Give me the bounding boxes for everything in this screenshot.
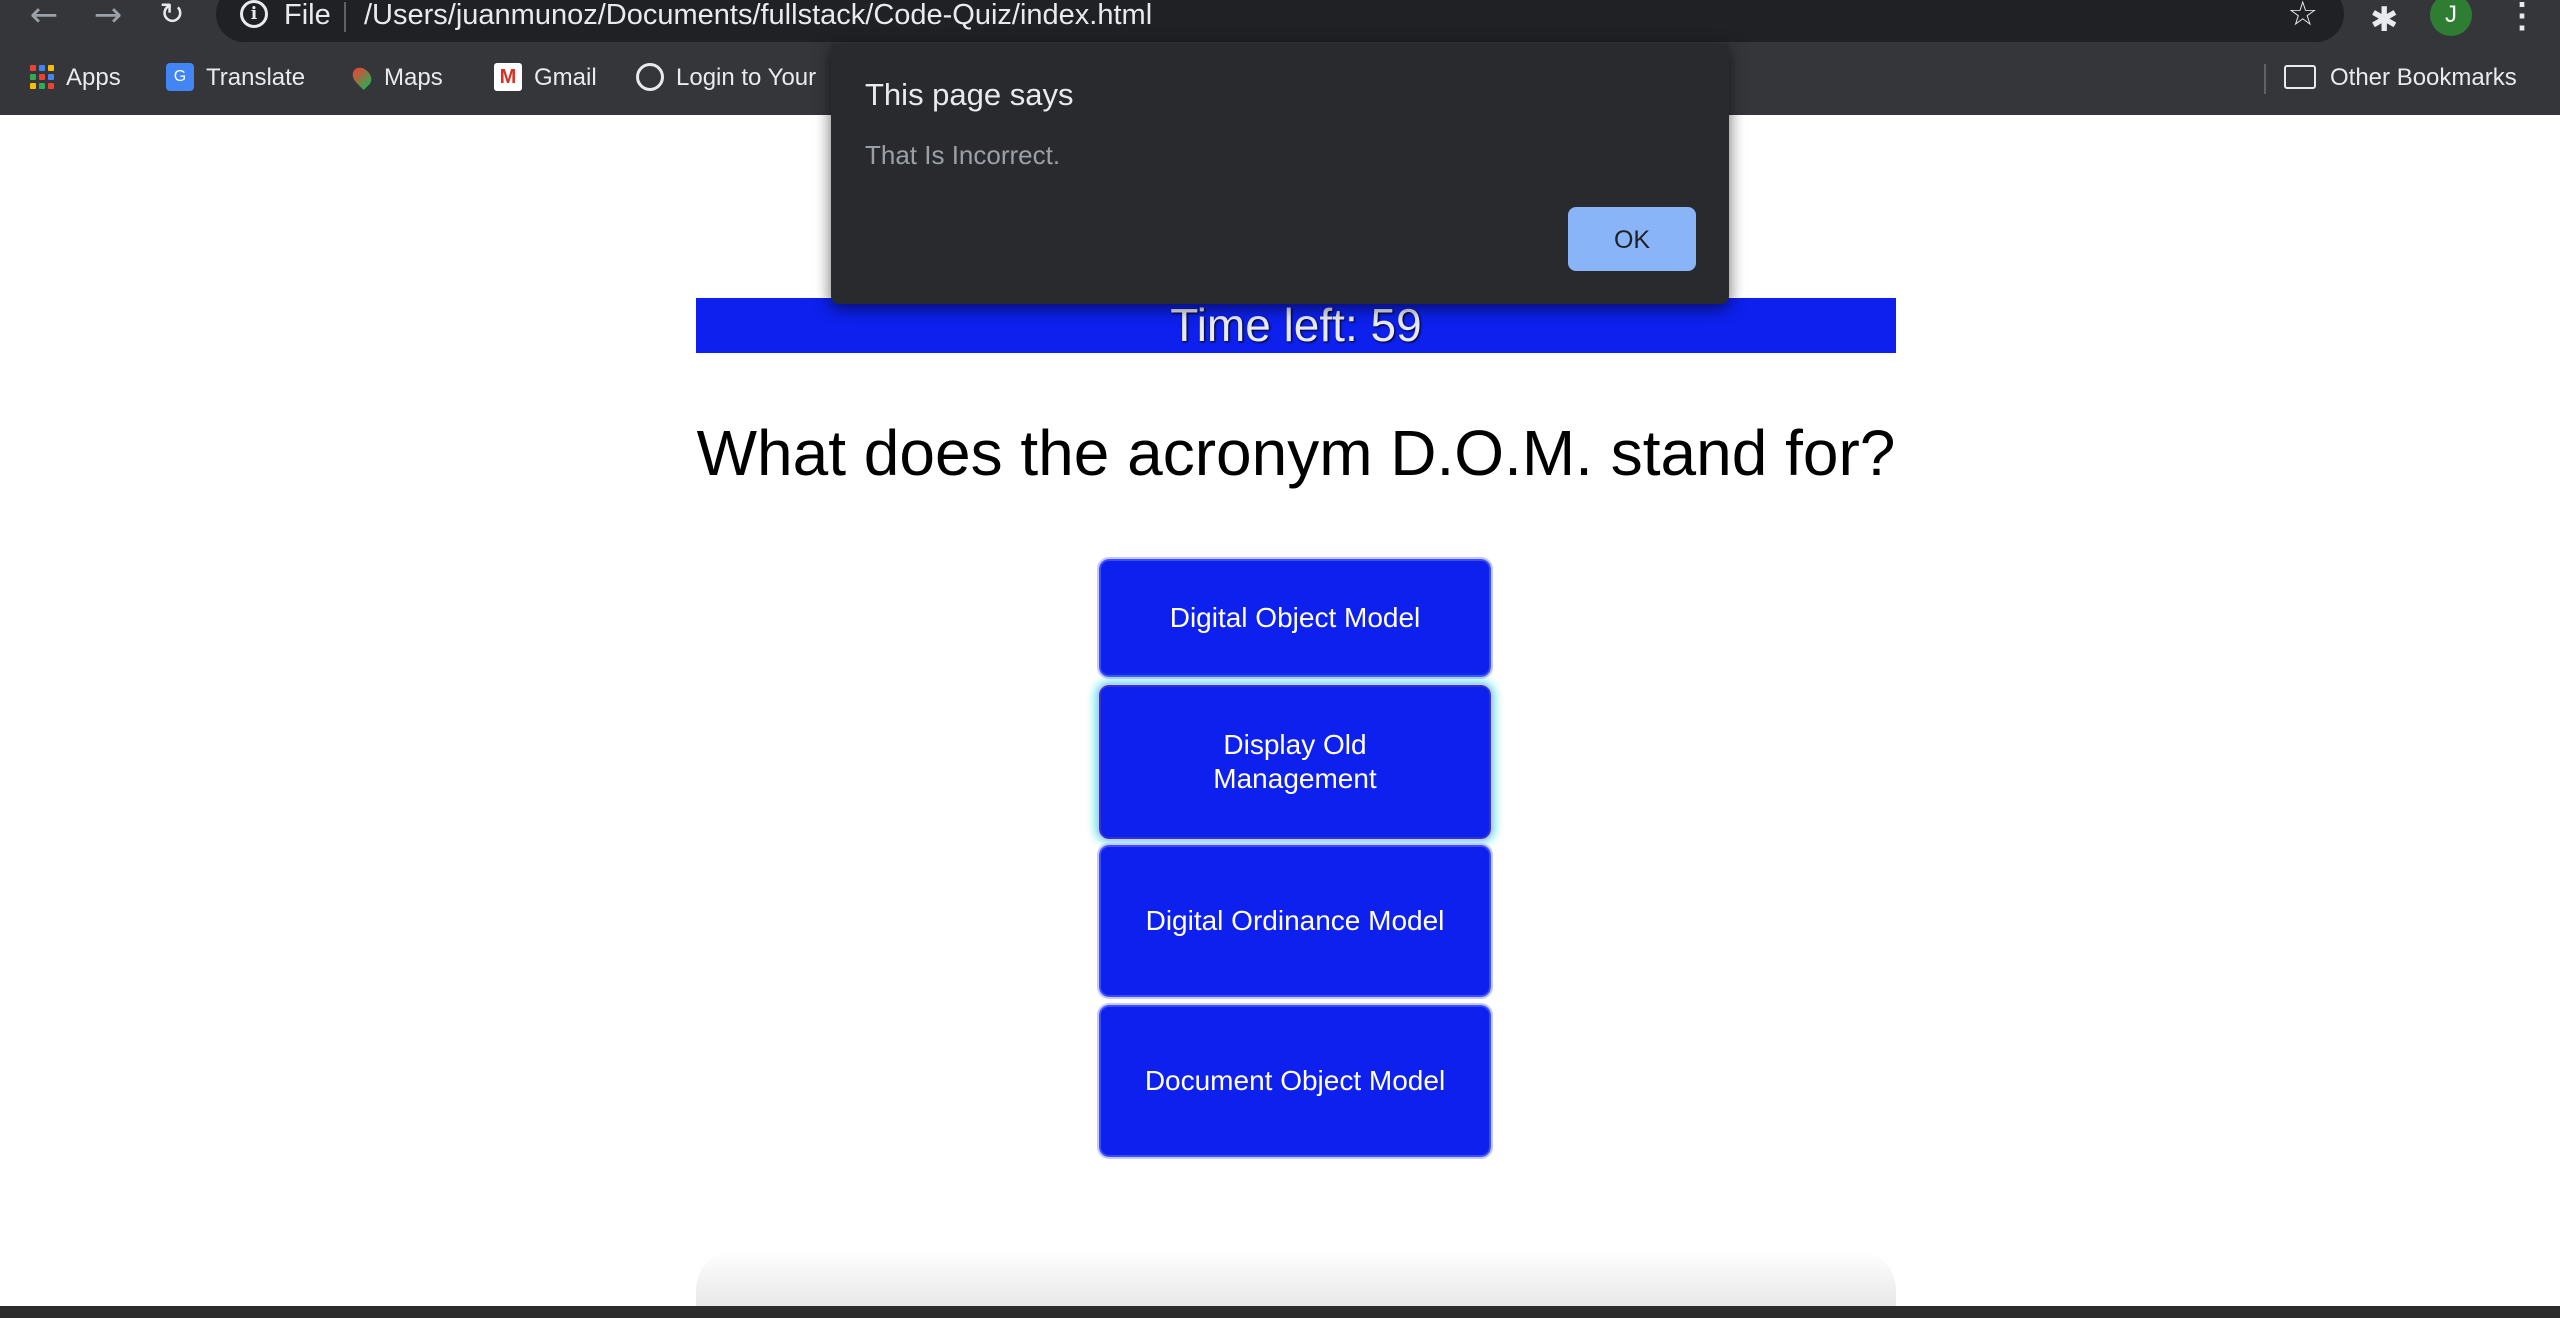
address-bar[interactable]: i File /Users/juanmunoz/Documents/fullst…	[216, 0, 2344, 42]
bookmark-star-icon[interactable]: ☆	[2288, 0, 2318, 34]
bookmark-translate[interactable]: G Translate	[166, 62, 305, 94]
bookmark-gmail[interactable]: M Gmail	[494, 62, 597, 94]
globe-icon	[636, 62, 664, 91]
window-bottom-edge	[0, 1306, 2560, 1318]
bookmarks-divider	[2264, 64, 2266, 94]
omnibox-divider	[344, 2, 346, 32]
bookmark-login[interactable]: Login to Your	[636, 62, 816, 94]
maps-pin-icon	[348, 63, 376, 90]
gmail-icon: M	[494, 62, 522, 91]
folder-icon	[2284, 64, 2316, 89]
bookmark-login-label: Login to Your	[676, 64, 817, 91]
info-icon[interactable]: i	[240, 0, 268, 28]
bookmark-maps-label: Maps	[384, 64, 443, 91]
bookmark-other[interactable]: Other Bookmarks	[2284, 62, 2517, 94]
url-text[interactable]: /Users/juanmunoz/Documents/fullstack/Cod…	[364, 0, 1152, 32]
answer-button-2[interactable]: Display Old Management	[1097, 683, 1493, 841]
dialog-title: This page says	[865, 77, 1074, 112]
translate-icon: G	[166, 62, 194, 91]
bookmark-apps-label: Apps	[66, 64, 121, 91]
timer-bar: Time left: 59	[696, 298, 1896, 353]
profile-avatar[interactable]: J	[2430, 0, 2472, 36]
reload-icon[interactable]: ↻	[152, 0, 192, 32]
browser-menu-icon[interactable]: ⋮	[2505, 0, 2539, 36]
bookmark-other-label: Other Bookmarks	[2330, 64, 2517, 91]
browser-toolbar: ← → ↻ i File /Users/juanmunoz/Documents/…	[0, 0, 2560, 44]
apps-grid-icon	[30, 64, 54, 89]
url-scheme: File	[284, 0, 331, 31]
bookmark-maps[interactable]: Maps	[348, 62, 443, 94]
question-heading: What does the acronym D.O.M. stand for?	[696, 417, 1896, 489]
bookmark-gmail-label: Gmail	[534, 64, 597, 91]
forward-arrow-icon[interactable]: →	[88, 0, 128, 32]
answer-button-4[interactable]: Document Object Model	[1097, 1003, 1493, 1159]
back-arrow-icon[interactable]: ←	[24, 0, 64, 32]
dialog-message: That Is Incorrect.	[865, 140, 1061, 170]
bookmark-apps[interactable]: Apps	[30, 62, 121, 94]
answer-button-1[interactable]: Digital Object Model	[1097, 557, 1493, 679]
bookmark-translate-label: Translate	[206, 64, 306, 91]
answer-button-3[interactable]: Digital Ordinance Model	[1097, 843, 1493, 999]
ok-button[interactable]: OK	[1568, 207, 1696, 271]
extensions-puzzle-icon[interactable]: ✱	[2370, 0, 2399, 40]
alert-dialog: This page says That Is Incorrect. OK	[831, 44, 1729, 304]
